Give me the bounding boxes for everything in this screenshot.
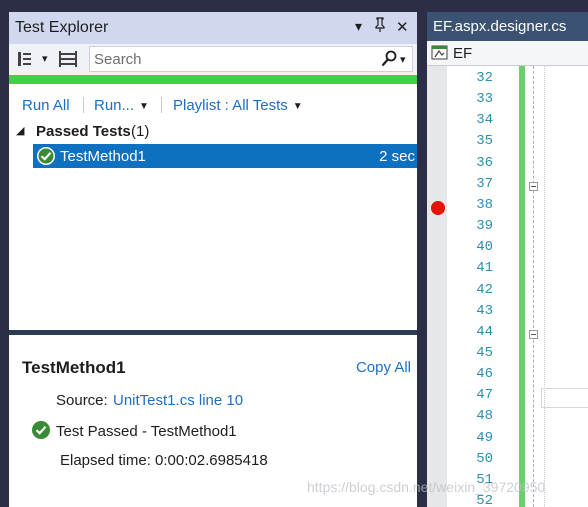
change-tracking-bar bbox=[519, 66, 525, 507]
line-number: 43 bbox=[476, 302, 493, 319]
breakpoint-icon[interactable] bbox=[431, 201, 445, 215]
run-dropdown[interactable]: Run... ▼ bbox=[94, 97, 149, 114]
line-number: 32 bbox=[476, 70, 493, 86]
test-name: TestMethod1 bbox=[60, 148, 146, 165]
run-caret-icon: ▼ bbox=[139, 101, 149, 112]
pin-icon[interactable] bbox=[374, 17, 386, 36]
passed-check-icon bbox=[31, 420, 51, 444]
line-number: 47 bbox=[476, 387, 493, 404]
test-details-pane: TestMethod1 Copy All Source: UnitTest1.c… bbox=[9, 335, 417, 507]
line-number: 33 bbox=[476, 91, 493, 108]
line-number: 44 bbox=[476, 323, 493, 340]
collapse-region-icon[interactable] bbox=[529, 182, 538, 191]
search-icon[interactable] bbox=[381, 50, 397, 73]
source-link[interactable]: UnitTest1.cs line 10 bbox=[113, 392, 243, 409]
list-icon[interactable] bbox=[58, 49, 80, 69]
run-label: Run... bbox=[94, 97, 135, 114]
test-progress-bar bbox=[9, 75, 417, 84]
panel-title: Test Explorer bbox=[15, 19, 109, 36]
search-box: ▾ bbox=[89, 46, 413, 72]
detail-test-title: TestMethod1 bbox=[22, 358, 126, 377]
collapsed-code-box[interactable] bbox=[541, 388, 588, 408]
search-options-dropdown-icon[interactable]: ▾ bbox=[400, 53, 406, 66]
passed-tests-group[interactable]: ◢ Passed Tests (1) bbox=[9, 120, 417, 144]
editor-navigation-bar[interactable]: EF bbox=[427, 41, 588, 66]
line-number: 45 bbox=[476, 344, 493, 361]
line-number: 36 bbox=[476, 154, 493, 171]
source-label: Source: bbox=[56, 392, 108, 409]
line-number: 50 bbox=[476, 450, 493, 467]
line-number: 52 bbox=[476, 493, 493, 507]
test-explorer-toolbar: ▾ ▾ bbox=[9, 44, 417, 75]
line-number: 39 bbox=[476, 218, 493, 235]
search-input[interactable] bbox=[94, 50, 364, 68]
close-icon[interactable]: ✕ bbox=[396, 18, 409, 36]
editor-tab[interactable]: EF.aspx.designer.cs bbox=[427, 12, 588, 41]
test-explorer-title-bar: Test Explorer ▾ ✕ bbox=[9, 12, 417, 44]
copy-all-link[interactable]: Copy All bbox=[356, 359, 411, 376]
editor-tab-label: EF.aspx.designer.cs bbox=[433, 18, 567, 35]
line-number: 40 bbox=[476, 239, 493, 256]
playlist-dropdown[interactable]: Playlist : All Tests ▼ bbox=[173, 97, 303, 114]
line-number: 38 bbox=[476, 196, 493, 213]
line-number: 48 bbox=[476, 408, 493, 425]
navigation-scope: EF bbox=[453, 45, 473, 62]
playlist-caret-icon: ▼ bbox=[292, 101, 303, 112]
line-number: 37 bbox=[476, 175, 493, 192]
project-icon bbox=[431, 45, 449, 65]
group-count: (1) bbox=[131, 123, 150, 140]
playlist-label: Playlist : All Tests bbox=[173, 97, 288, 114]
outline-guide bbox=[533, 66, 535, 507]
line-number: 34 bbox=[476, 112, 493, 129]
passed-check-icon bbox=[36, 146, 56, 170]
elapsed-time: Elapsed time: 0:00:02.6985418 bbox=[60, 452, 268, 469]
group-name: Passed Tests bbox=[36, 123, 131, 140]
indicator-margin[interactable] bbox=[427, 66, 447, 507]
test-row[interactable]: TestMethod1 2 sec bbox=[33, 144, 417, 168]
line-number: 51 bbox=[476, 471, 493, 488]
indent-guide bbox=[544, 66, 546, 507]
line-number: 46 bbox=[476, 366, 493, 383]
line-number: 49 bbox=[476, 429, 493, 446]
test-explorer-panel: Test Explorer ▾ ✕ ▾ Search ▾ Run All Run… bbox=[9, 12, 417, 507]
test-result-text: Test Passed - TestMethod1 bbox=[56, 423, 237, 440]
group-by-dropdown-icon[interactable]: ▾ bbox=[42, 52, 48, 65]
group-by-icon[interactable] bbox=[17, 49, 39, 69]
editor-body[interactable]: 32 33 34 35 36 37 38 39 40 41 42 43 44 45 46 47 48 49 50 51… bbox=[427, 66, 588, 507]
line-number: 42 bbox=[476, 281, 493, 298]
run-all-link[interactable]: Run All bbox=[22, 97, 70, 114]
collapse-region-icon[interactable] bbox=[529, 330, 538, 339]
code-editor-panel: EF.aspx.designer.cs EF 32 33 34 35 36 37 38 39 4… bbox=[427, 12, 588, 507]
test-actions-bar: Run All Run... ▼ Playlist : All Tests ▼ bbox=[9, 84, 417, 118]
test-duration: 2 sec bbox=[379, 148, 415, 165]
line-number: 35 bbox=[476, 133, 493, 150]
window-dropdown-icon[interactable]: ▾ bbox=[355, 18, 362, 35]
line-number: 41 bbox=[476, 260, 493, 277]
actions-divider bbox=[161, 97, 162, 113]
actions-divider bbox=[83, 97, 84, 113]
collapse-triangle-icon[interactable]: ◢ bbox=[16, 124, 24, 137]
